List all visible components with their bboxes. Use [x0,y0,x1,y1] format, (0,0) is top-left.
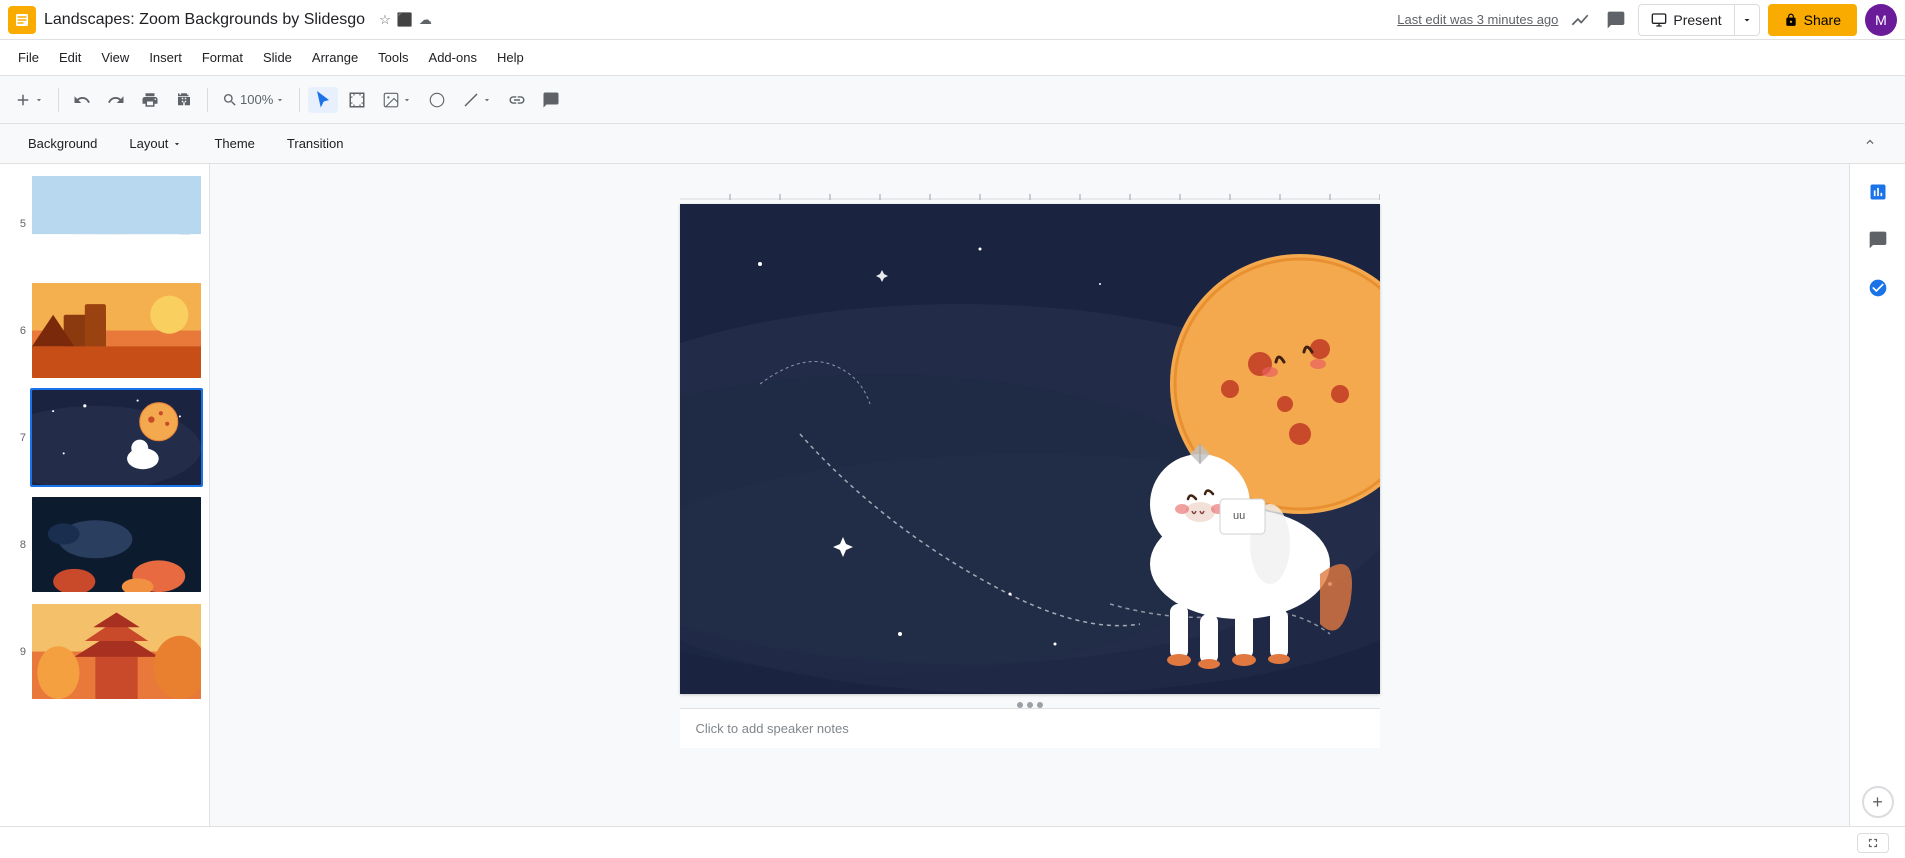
explore-sidebar-button[interactable] [1858,172,1898,212]
header-right: Present Share M [1566,4,1897,36]
sidebar-add-button[interactable]: + [1862,786,1894,818]
redo-button[interactable] [101,87,131,113]
status-bar [0,826,1905,858]
undo-button[interactable] [67,87,97,113]
menu-slide[interactable]: Slide [253,46,302,69]
menu-tools[interactable]: Tools [368,46,418,69]
layout-button[interactable]: Layout [117,132,194,155]
menu-bar: File Edit View Insert Format Slide Arran… [0,40,1905,76]
shape-tool[interactable] [422,87,452,113]
ruler-top [680,184,1380,200]
slide-panel: 5 [0,164,210,826]
link-tool[interactable] [502,87,532,113]
slide-number-7: 7 [6,432,26,444]
right-sidebar: + [1849,164,1905,826]
comments-button[interactable] [1602,6,1630,34]
zoom-button[interactable]: 100% [216,88,291,112]
line-tool[interactable] [456,87,498,113]
slide-thumbnail-8[interactable] [30,495,203,594]
add-button[interactable] [8,87,50,113]
share-button[interactable]: Share [1768,4,1857,36]
collapse-panel-button[interactable] [1851,131,1889,156]
menu-view[interactable]: View [91,46,139,69]
slide-number-6: 6 [6,325,26,337]
list-item: 9 [4,600,205,703]
slide-number-8: 8 [6,539,26,551]
title-icons: ☆ ⬛ ☁ [379,12,432,28]
menu-edit[interactable]: Edit [49,46,91,69]
menu-insert[interactable]: Insert [139,46,192,69]
comment-tool[interactable] [536,87,566,113]
insights-button[interactable] [1566,6,1594,34]
check-sidebar-button[interactable] [1858,268,1898,308]
toolbar: 100% [0,76,1905,124]
canvas-area: uu Click to add speaker notes [210,164,1849,826]
present-button-group: Present [1638,4,1759,36]
star-icon[interactable]: ☆ [379,12,391,28]
image-tool[interactable] [376,87,418,113]
app-icon[interactable] [8,6,36,34]
divider-1 [58,88,59,112]
theme-button[interactable]: Theme [202,132,266,155]
menu-addons[interactable]: Add-ons [419,46,487,69]
layout-label: Layout [129,136,168,151]
present-label: Present [1673,12,1721,28]
list-item: 5 [4,172,205,275]
speaker-notes[interactable]: Click to add speaker notes [680,708,1380,748]
menu-arrange[interactable]: Arrange [302,46,368,69]
svg-text:uu: uu [1233,510,1245,522]
menu-format[interactable]: Format [192,46,253,69]
comments-sidebar-button[interactable] [1858,220,1898,260]
slide-number-9: 9 [6,646,26,658]
slide-number-5: 5 [6,218,26,230]
select-tool[interactable] [308,87,338,113]
slide-canvas[interactable]: uu [680,204,1380,694]
cloud-save-icon[interactable]: ☁ [419,12,432,28]
present-button[interactable]: Present [1639,5,1734,35]
transition-button[interactable]: Transition [275,132,356,155]
list-item: 8 [4,493,205,596]
slide-thumbnail-5[interactable] [30,174,203,273]
slide-thumbnail-9[interactable] [30,602,203,701]
divider-2 [207,88,208,112]
share-label: Share [1804,12,1841,28]
slide-options-toolbar: Background Layout Theme Transition [0,124,1905,164]
title-bar: Landscapes: Zoom Backgrounds by Slidesgo… [0,0,1905,40]
fit-to-page-button[interactable] [1857,833,1889,853]
slide-thumbnail-7[interactable] [30,388,203,487]
menu-file[interactable]: File [8,46,49,69]
document-title: Landscapes: Zoom Backgrounds by Slidesgo [44,11,365,29]
notes-placeholder: Click to add speaker notes [696,721,849,736]
select-frame-tool[interactable] [342,87,372,113]
main-area: 5 [0,164,1905,826]
present-dropdown-arrow[interactable] [1735,5,1759,35]
print-button[interactable] [135,87,165,113]
paint-format-button[interactable] [169,87,199,113]
zoom-value: 100% [240,92,273,107]
list-item: 6 [4,279,205,382]
background-button[interactable]: Background [16,132,109,155]
list-item: 7 [4,386,205,489]
menu-help[interactable]: Help [487,46,534,69]
slide-thumbnail-6[interactable] [30,281,203,380]
last-edit-status[interactable]: Last edit was 3 minutes ago [1397,12,1558,27]
present-icon[interactable]: ⬛ [397,12,413,28]
divider-3 [299,88,300,112]
avatar[interactable]: M [1865,4,1897,36]
